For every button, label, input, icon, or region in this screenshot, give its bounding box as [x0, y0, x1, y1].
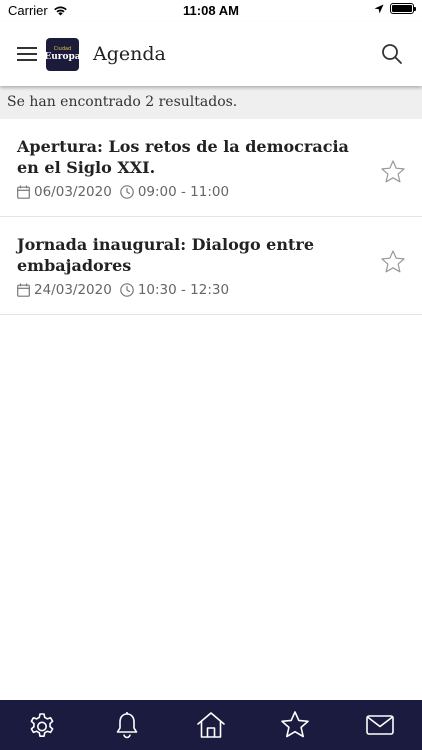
status-time: 11:08 AM	[183, 3, 239, 18]
favorite-button[interactable]	[380, 249, 406, 275]
tab-favorites[interactable]	[275, 705, 315, 745]
tab-messages[interactable]	[360, 705, 400, 745]
clock-icon	[120, 283, 134, 297]
event-title: Jornada inaugural: Dialogo entre embajad…	[17, 235, 314, 275]
location-arrow-icon	[374, 4, 384, 13]
results-summary-bar: Se han encontrado 2 resultados.	[0, 86, 422, 119]
tab-home[interactable]	[191, 705, 231, 745]
star-outline-icon	[381, 250, 405, 273]
hamburger-menu-icon	[17, 47, 37, 61]
page-title: Agenda	[93, 43, 166, 65]
search-icon	[382, 44, 402, 64]
tab-notifications[interactable]	[107, 705, 147, 745]
bottom-tab-bar	[0, 700, 422, 750]
gear-icon	[30, 713, 54, 737]
event-meta: 24/03/2020 10:30 - 12:30	[17, 282, 362, 298]
results-summary-text: Se han encontrado 2 resultados.	[7, 94, 238, 110]
event-time: 09:00 - 11:00	[137, 184, 230, 200]
bell-icon	[116, 712, 137, 739]
event-list-item[interactable]: Jornada inaugural: Dialogo entre embajad…	[0, 217, 422, 315]
status-right	[374, 3, 416, 14]
logo-main-text: Europa	[46, 52, 79, 62]
favorite-button[interactable]	[380, 159, 406, 185]
app-header: Ciudad Europa Agenda	[0, 22, 422, 86]
tab-settings[interactable]	[22, 705, 62, 745]
event-list-item[interactable]: Apertura: Los retos de la democracia en …	[0, 119, 422, 217]
calendar-icon	[17, 185, 30, 199]
event-title: Apertura: Los retos de la democracia en …	[17, 137, 349, 177]
status-bar: Carrier 11:08 AM	[0, 0, 422, 22]
calendar-icon	[17, 283, 30, 297]
event-time: 10:30 - 12:30	[137, 282, 230, 298]
menu-button[interactable]	[12, 39, 42, 69]
clock-icon	[120, 185, 134, 199]
battery-icon	[390, 3, 416, 14]
home-icon	[197, 712, 225, 738]
mail-icon	[365, 715, 394, 735]
event-meta: 06/03/2020 09:00 - 11:00	[17, 184, 362, 200]
star-icon	[281, 711, 310, 738]
search-button[interactable]	[380, 42, 404, 66]
event-date: 24/03/2020	[34, 282, 112, 298]
star-outline-icon	[381, 160, 405, 183]
event-date: 06/03/2020	[34, 184, 112, 200]
event-list: Apertura: Los retos de la democracia en …	[0, 119, 422, 315]
app-logo: Ciudad Europa	[46, 37, 79, 71]
